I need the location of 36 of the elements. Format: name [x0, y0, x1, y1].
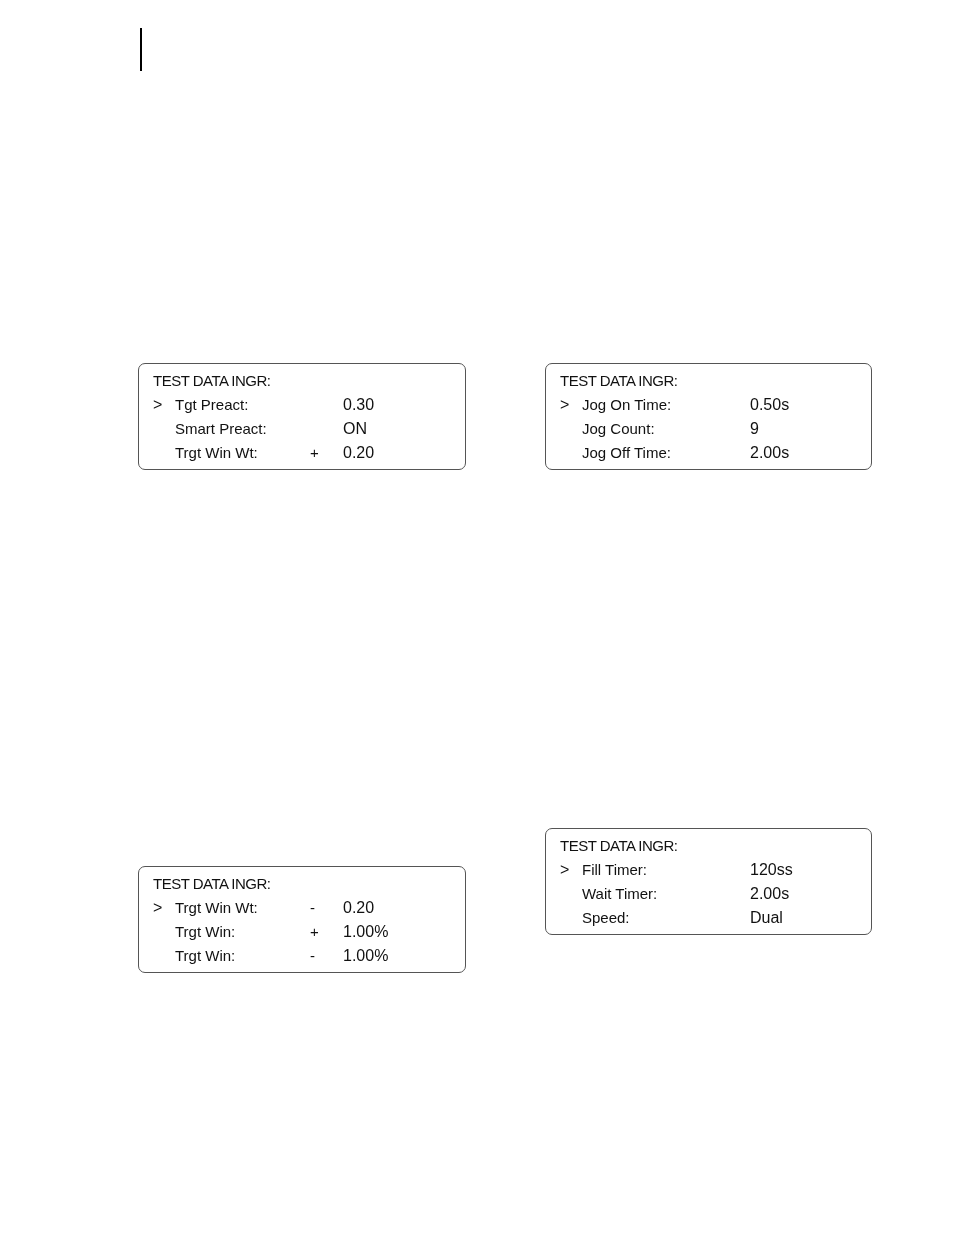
setting-value: 120ss [750, 861, 793, 879]
setting-value: 0.50s [750, 396, 790, 414]
setting-value: 1.00% [343, 947, 389, 965]
setting-label: Jog Off Time: [582, 444, 671, 462]
setting-label: Trgt Win Wt: [175, 899, 258, 917]
display-title: TEST DATA INGR: [560, 837, 678, 855]
value-sign: + [310, 923, 319, 941]
selection-cursor: > [153, 899, 163, 917]
setting-value: 0.20 [343, 444, 375, 462]
setting-value: 2.00s [750, 885, 790, 903]
setting-label: Fill Timer: [582, 861, 647, 879]
setting-value: 1.00% [343, 923, 389, 941]
setting-label: Wait Timer: [582, 885, 658, 903]
display-title: TEST DATA INGR: [560, 372, 678, 390]
value-sign: + [310, 444, 319, 462]
selection-cursor: > [153, 396, 163, 414]
value-sign: - [310, 899, 315, 917]
setting-label: Jog Count: [582, 420, 655, 438]
setting-value: 2.00s [750, 444, 790, 462]
selection-cursor: > [560, 861, 570, 879]
setting-label: Trgt Win Wt: [175, 444, 258, 462]
setting-value: 0.30 [343, 396, 375, 414]
setting-value: ON [343, 420, 367, 438]
setting-value: 9 [750, 420, 759, 438]
setting-label: Smart Preact: [175, 420, 267, 438]
setting-label: Trgt Win: [175, 947, 236, 965]
setting-label: Tgt Preact: [175, 396, 249, 414]
setting-label: Speed: [582, 909, 630, 927]
value-sign: - [310, 947, 315, 965]
setting-label: Jog On Time: [582, 396, 672, 414]
display-title: TEST DATA INGR: [153, 875, 271, 893]
setting-label: Trgt Win: [175, 923, 236, 941]
selection-cursor: > [560, 396, 570, 414]
setting-value: 0.20 [343, 899, 375, 917]
setting-value: Dual [750, 909, 783, 927]
display-title: TEST DATA INGR: [153, 372, 271, 390]
